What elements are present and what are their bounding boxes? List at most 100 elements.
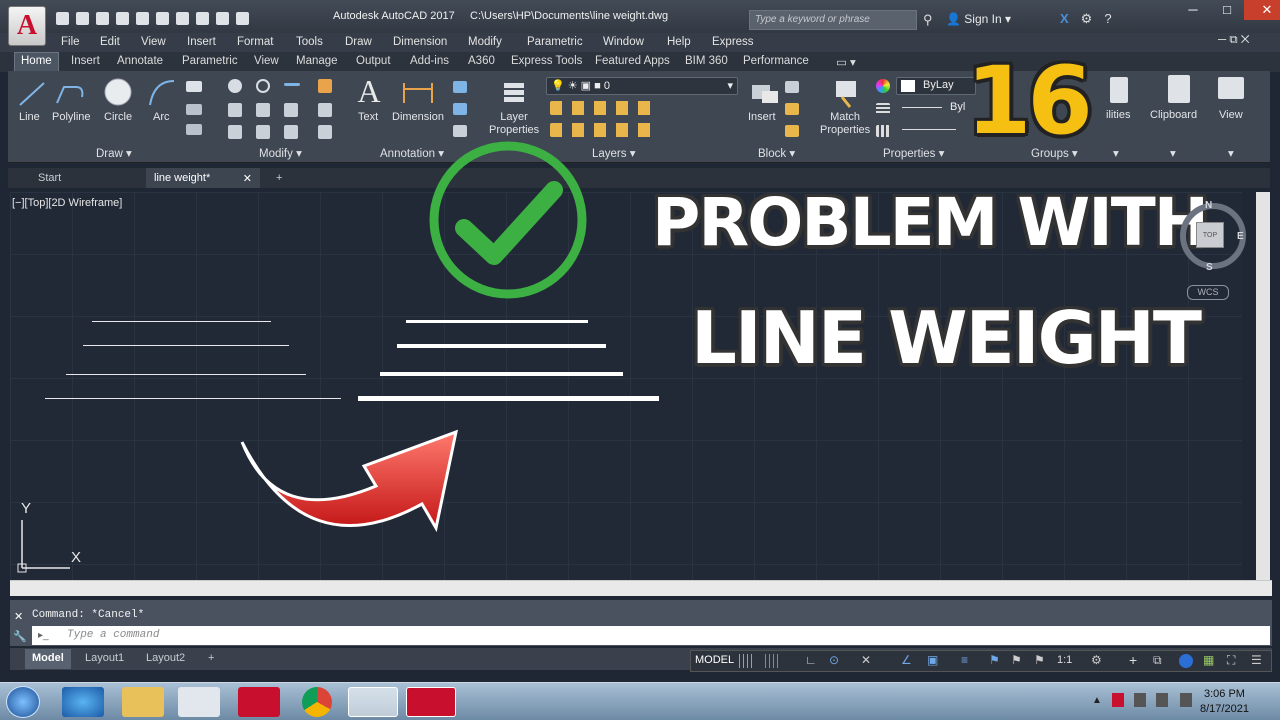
linetype-dropdown[interactable] — [896, 121, 976, 139]
stretch-icon[interactable] — [228, 125, 242, 139]
customize-wrench-icon[interactable]: 🔧 — [13, 630, 27, 643]
customize-status-icon[interactable]: ☰ — [1251, 653, 1262, 667]
new-file-icon[interactable] — [56, 12, 69, 25]
leader-icon[interactable] — [453, 103, 467, 115]
tab-view[interactable]: View — [254, 55, 279, 67]
close-tab-icon[interactable]: ✕ — [243, 172, 252, 185]
polar-icon[interactable]: ⊙ — [829, 653, 839, 667]
array-icon[interactable] — [284, 125, 298, 139]
layer-dropdown[interactable]: 💡 ☀ ▣ ■ 0 ▾ — [546, 77, 738, 95]
layers-panel-title[interactable]: Layers ▾ — [592, 146, 636, 160]
thick-line-4[interactable] — [358, 396, 659, 401]
sign-in-button[interactable]: 👤 Sign In ▾ — [946, 12, 1011, 26]
edit-block-icon[interactable] — [785, 103, 799, 115]
tab-annotate[interactable]: Annotate — [117, 55, 163, 67]
chrome-icon[interactable] — [302, 687, 332, 717]
menu-dimension[interactable]: Dimension — [393, 36, 447, 48]
osnap-icon[interactable]: ✕ — [861, 653, 871, 667]
linear-dim-icon[interactable] — [453, 81, 467, 93]
viewcube-top-face[interactable]: TOP — [1196, 222, 1224, 248]
menu-help[interactable]: Help — [667, 36, 691, 48]
tab-a360[interactable]: A360 — [468, 55, 495, 67]
menu-view[interactable]: View — [141, 36, 166, 48]
model-space-button[interactable]: MODEL — [695, 654, 734, 666]
menu-window[interactable]: Window — [603, 36, 644, 48]
table-icon[interactable] — [453, 125, 467, 137]
thick-line-1[interactable] — [406, 320, 588, 323]
view-expand-icon[interactable]: ▾ — [1228, 146, 1234, 160]
tray-printer-icon[interactable] — [1134, 693, 1146, 707]
layer-tools-row-1[interactable] — [550, 101, 660, 115]
fillet-icon[interactable] — [284, 103, 298, 117]
edit-attributes-icon[interactable] — [785, 125, 799, 137]
tab-featured-apps[interactable]: Featured Apps — [595, 55, 670, 67]
layer-tools-row-2[interactable] — [550, 123, 660, 137]
menu-draw[interactable]: Draw — [345, 36, 372, 48]
wcs-menu-button[interactable]: WCS — [1187, 285, 1229, 300]
menu-file[interactable]: File — [61, 36, 80, 48]
save-icon[interactable] — [96, 12, 109, 25]
dimension-icon[interactable] — [400, 77, 436, 107]
tray-network-icon[interactable] — [1156, 693, 1168, 707]
acrobat-icon[interactable] — [238, 687, 280, 717]
tab-bim-360[interactable]: BIM 360 — [685, 55, 728, 67]
menu-insert[interactable]: Insert — [187, 36, 216, 48]
dimension-tool-label[interactable]: Dimension — [392, 111, 444, 123]
tab-parametric[interactable]: Parametric — [182, 55, 238, 67]
match-properties-label[interactable]: Match Properties — [820, 111, 870, 137]
arc-tool-label[interactable]: Arc — [153, 111, 170, 123]
utilities-expand-icon[interactable]: ▾ — [1113, 146, 1119, 160]
a360-icon[interactable]: ⚙ — [1081, 11, 1093, 27]
clean-screen-icon[interactable]: ▦ — [1203, 653, 1214, 667]
menu-edit[interactable]: Edit — [100, 36, 120, 48]
insert-block-icon[interactable] — [748, 77, 782, 109]
linetype-icon[interactable] — [876, 125, 890, 137]
hardware-acceleration-icon[interactable] — [1179, 654, 1193, 668]
clipboard-icon[interactable] — [1168, 75, 1190, 103]
calculator-icon[interactable] — [1110, 77, 1128, 103]
modify-panel-title[interactable]: Modify ▾ — [259, 146, 302, 160]
tab-model[interactable]: Model — [25, 649, 71, 669]
thin-line-2[interactable] — [83, 345, 289, 346]
redo-icon[interactable] — [176, 12, 189, 25]
text-icon[interactable]: A — [353, 73, 385, 109]
block-panel-title[interactable]: Block ▾ — [758, 146, 795, 160]
ribbon-toggle-icon[interactable]: ▭ ▾ — [836, 55, 856, 69]
autocad-taskbar-icon[interactable] — [406, 687, 456, 717]
save-as-icon[interactable] — [116, 12, 129, 25]
share-icon[interactable] — [216, 12, 229, 25]
grid-icon[interactable] — [739, 654, 753, 668]
help-icon[interactable]: ? — [1104, 11, 1111, 27]
taskbar-app-icon[interactable] — [348, 687, 398, 717]
rectangle-icon[interactable] — [186, 81, 202, 92]
clipboard-label[interactable]: Clipboard — [1150, 109, 1197, 121]
vertical-scrollbar[interactable] — [1256, 192, 1270, 580]
tab-express-tools[interactable]: Express Tools — [511, 55, 582, 67]
menu-format[interactable]: Format — [237, 36, 273, 48]
offset-icon[interactable] — [318, 125, 332, 139]
lineweight-icon[interactable] — [876, 103, 890, 115]
layer-properties-label[interactable]: Layer Properties — [489, 111, 539, 137]
line-icon[interactable] — [16, 77, 48, 109]
circle-icon[interactable] — [102, 76, 134, 108]
new-tab-icon[interactable]: + — [268, 168, 290, 188]
otrack-icon[interactable]: ∠ — [901, 653, 912, 667]
erase-icon[interactable] — [318, 79, 332, 93]
command-input[interactable]: Type a command — [32, 626, 1270, 645]
thick-line-2[interactable] — [397, 344, 606, 348]
auto-scale-icon[interactable]: ⚑ — [1034, 653, 1045, 667]
tab-insert[interactable]: Insert — [71, 55, 100, 67]
annotation-scale-icon[interactable]: ⚑ — [1011, 653, 1022, 667]
annotation-scale-value[interactable]: 1:1 — [1057, 654, 1072, 666]
tray-expand-icon[interactable]: ▲ — [1092, 695, 1102, 706]
workspace-icon[interactable] — [196, 12, 209, 25]
thin-line-4[interactable] — [45, 398, 341, 399]
viewport-controls[interactable]: [−][Top][2D Wireframe] — [12, 197, 122, 209]
application-menu-button[interactable]: A — [8, 6, 46, 46]
thick-line-3[interactable] — [380, 372, 623, 376]
annotation-visibility-icon[interactable]: ⚑ — [989, 653, 1000, 667]
tab-line-weight[interactable]: line weight* ✕ — [146, 168, 260, 188]
horizontal-scrollbar[interactable] — [10, 580, 1272, 596]
customize-qat-icon[interactable] — [236, 12, 249, 25]
start-button[interactable] — [6, 686, 40, 718]
